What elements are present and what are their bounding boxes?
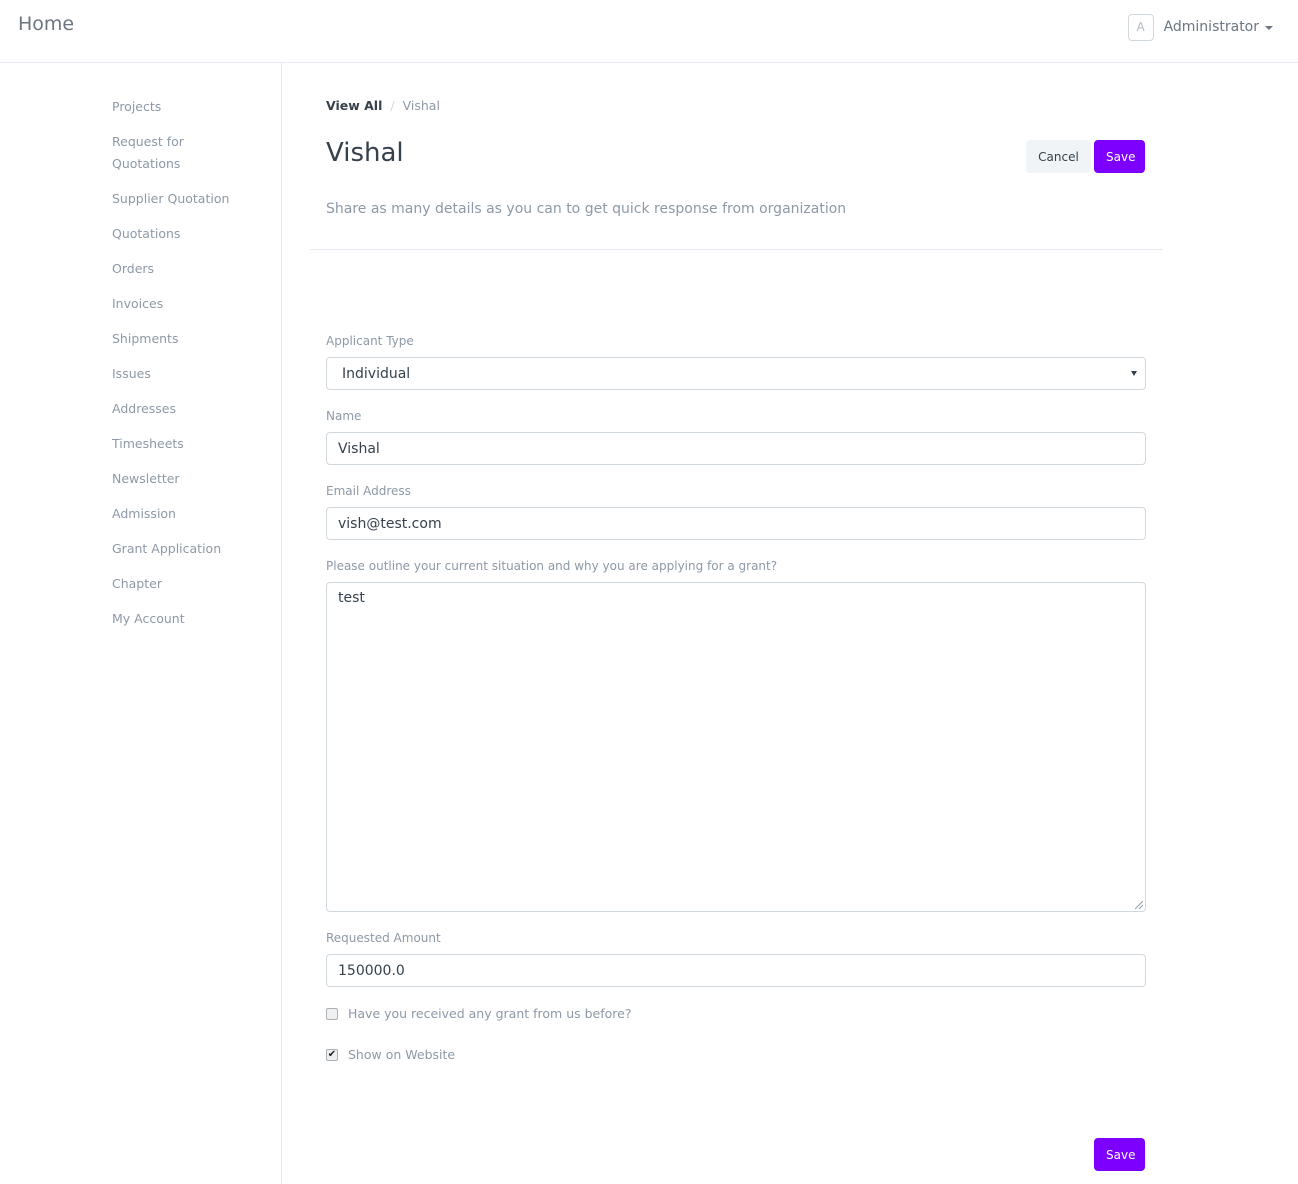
resize-handle-icon[interactable] [1135,901,1143,909]
received-before-checkbox[interactable] [326,1007,338,1020]
email-label: Email Address [326,484,411,498]
applicant-type-label: Applicant Type [326,334,414,348]
show-on-website-label: Show on Website [348,1047,456,1062]
sidebar-item-quotations[interactable]: Quotations [112,223,272,245]
breadcrumb-view-all[interactable]: View All [326,98,382,113]
sidebar-item-timesheets[interactable]: Timesheets [112,433,272,455]
received-before-label: Have you received any grant from us befo… [348,1006,632,1021]
requested-amount-input[interactable]: 150000.0 [326,954,1146,987]
applicant-type-select[interactable]: Individual [326,357,1146,390]
breadcrumb-separator: / [390,98,395,113]
sidebar-item-admission[interactable]: Admission [112,503,272,525]
sidebar-item-my-account[interactable]: My Account [112,608,272,630]
sidebar-item-orders[interactable]: Orders [112,258,272,280]
sidebar-item-request-for-quotations[interactable]: Request for Quotations [112,131,202,175]
breadcrumb: View All / Vishal [326,98,440,113]
sidebar-item-grant-application[interactable]: Grant Application [112,538,272,560]
checkmark-icon: ✔ [327,1048,337,1060]
home-link[interactable]: Home [18,13,74,35]
caret-down-icon [1265,26,1273,30]
received-before-row[interactable]: Have you received any grant from us befo… [326,1006,631,1021]
cancel-button[interactable]: Cancel [1026,140,1091,173]
show-on-website-checkbox[interactable]: ✔ [326,1048,338,1061]
save-button-bottom[interactable]: Save [1094,1138,1145,1171]
situation-textarea[interactable]: test [326,582,1146,912]
requested-amount-label: Requested Amount [326,931,441,945]
user-name: Administrator [1163,19,1259,35]
situation-value: test [338,590,365,606]
dropdown-arrow-icon [1131,371,1137,376]
sidebar-item-issues[interactable]: Issues [112,363,272,385]
avatar: A [1127,13,1154,41]
situation-label: Please outline your current situation an… [326,559,778,573]
sidebar-item-shipments[interactable]: Shipments [112,328,272,350]
show-on-website-row[interactable]: ✔ Show on Website [326,1047,455,1062]
applicant-type-value: Individual [342,365,411,382]
sidebar-item-newsletter[interactable]: Newsletter [112,468,272,490]
navbar: Home A Administrator [0,0,1298,63]
user-menu[interactable]: A Administrator [1127,13,1273,41]
sidebar-item-invoices[interactable]: Invoices [112,293,272,315]
save-button[interactable]: Save [1094,140,1145,173]
email-input[interactable]: vish@test.com [326,507,1146,540]
name-input[interactable]: Vishal [326,432,1146,465]
sidebar-divider [281,63,282,1184]
sidebar-item-addresses[interactable]: Addresses [112,398,272,420]
sidebar: Projects Request for Quotations Supplier… [112,96,272,643]
sidebar-item-projects[interactable]: Projects [112,96,272,118]
sidebar-item-supplier-quotation[interactable]: Supplier Quotation [112,188,272,210]
page-title: Vishal [326,138,404,168]
sidebar-item-chapter[interactable]: Chapter [112,573,272,595]
breadcrumb-current: Vishal [402,98,440,113]
intro-text: Share as many details as you can to get … [326,201,847,217]
divider [310,249,1163,250]
name-label: Name [326,409,362,423]
